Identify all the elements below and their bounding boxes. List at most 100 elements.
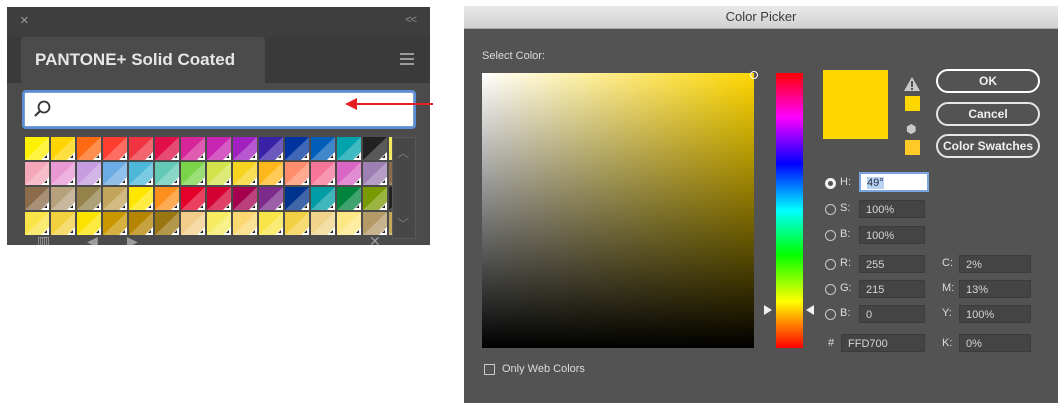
- color-swatch[interactable]: [129, 137, 153, 160]
- color-swatch[interactable]: [181, 137, 205, 160]
- menu-icon[interactable]: [400, 53, 414, 68]
- color-swatch[interactable]: [207, 137, 231, 160]
- color-swatch[interactable]: [337, 137, 361, 160]
- color-swatch[interactable]: [155, 137, 179, 160]
- color-swatch[interactable]: [285, 187, 309, 210]
- color-swatch[interactable]: [129, 187, 153, 210]
- color-swatch[interactable]: [259, 162, 283, 185]
- color-swatch[interactable]: [77, 187, 101, 210]
- color-swatch[interactable]: [129, 162, 153, 185]
- color-swatch[interactable]: [363, 162, 387, 185]
- cyan-key: C:: [942, 257, 953, 269]
- color-swatch[interactable]: [103, 212, 127, 235]
- color-marker[interactable]: [750, 71, 758, 79]
- color-swatch[interactable]: [207, 162, 231, 185]
- color-swatch[interactable]: [103, 137, 127, 160]
- radio-blue[interactable]: [825, 309, 836, 320]
- color-swatch[interactable]: [311, 137, 335, 160]
- color-swatches-button[interactable]: Color Swatches: [936, 134, 1040, 158]
- color-swatch[interactable]: [259, 137, 283, 160]
- warning-icon[interactable]: [904, 77, 920, 91]
- color-swatch[interactable]: [311, 212, 335, 235]
- color-swatch[interactable]: [207, 187, 231, 210]
- hex-field[interactable]: FFD700: [841, 334, 925, 352]
- color-swatch[interactable]: [25, 212, 49, 235]
- swatch-scrollbar[interactable]: ︿ ﹀: [392, 137, 416, 239]
- color-swatch[interactable]: [285, 212, 309, 235]
- color-swatch[interactable]: [337, 212, 361, 235]
- color-swatch[interactable]: [233, 162, 257, 185]
- next-icon[interactable]: ▶: [127, 233, 138, 245]
- color-swatch[interactable]: [259, 187, 283, 210]
- color-swatch[interactable]: [207, 212, 231, 235]
- color-swatch[interactable]: [311, 187, 335, 210]
- tab-pantone-solid-coated[interactable]: PANTONE+ Solid Coated: [21, 37, 265, 83]
- chevron-up-icon[interactable]: ︿: [397, 144, 409, 161]
- only-web-colors-label: Only Web Colors: [502, 363, 585, 375]
- color-swatch[interactable]: [51, 187, 75, 210]
- color-swatch[interactable]: [129, 212, 153, 235]
- hue-field[interactable]: 49°: [859, 172, 929, 192]
- web-safe-swatch[interactable]: [905, 140, 920, 155]
- cyan-field[interactable]: 2%: [959, 255, 1031, 273]
- color-swatch[interactable]: [51, 162, 75, 185]
- color-swatch[interactable]: [25, 137, 49, 160]
- color-swatch[interactable]: [285, 162, 309, 185]
- delete-icon[interactable]: ✕: [369, 233, 381, 245]
- out-of-gamut-swatch[interactable]: [905, 96, 920, 111]
- color-swatch[interactable]: [337, 187, 361, 210]
- color-swatch[interactable]: [233, 187, 257, 210]
- radio-saturation[interactable]: [825, 204, 836, 215]
- saturation-field[interactable]: 100%: [859, 200, 925, 218]
- hue-slider-handle-right[interactable]: [806, 305, 814, 315]
- saturation-brightness-field[interactable]: [482, 73, 754, 348]
- magenta-field[interactable]: 13%: [959, 280, 1031, 298]
- web-safe-cube-icon[interactable]: ⬢: [906, 122, 916, 136]
- only-web-colors-checkbox[interactable]: [484, 364, 495, 375]
- ok-button[interactable]: OK: [936, 69, 1040, 93]
- black-field[interactable]: 0%: [959, 334, 1031, 352]
- close-icon[interactable]: ×: [20, 12, 29, 30]
- color-swatch[interactable]: [259, 212, 283, 235]
- saturation-key: S:: [840, 202, 851, 214]
- collapse-icon[interactable]: <<: [405, 14, 417, 26]
- color-swatch[interactable]: [51, 212, 75, 235]
- color-swatch[interactable]: [233, 212, 257, 235]
- radio-hue[interactable]: [825, 178, 836, 189]
- color-swatch[interactable]: [103, 162, 127, 185]
- radio-red[interactable]: [825, 259, 836, 270]
- color-swatch[interactable]: [155, 187, 179, 210]
- color-swatch[interactable]: [77, 212, 101, 235]
- color-swatch[interactable]: [103, 187, 127, 210]
- previous-icon[interactable]: ◀: [87, 233, 98, 245]
- cancel-button[interactable]: Cancel: [936, 102, 1040, 126]
- green-field[interactable]: 215: [859, 280, 925, 298]
- hue-slider-handle-left[interactable]: [764, 305, 772, 315]
- hue-slider[interactable]: [776, 73, 803, 348]
- color-swatch[interactable]: [25, 187, 49, 210]
- color-swatch[interactable]: [77, 162, 101, 185]
- color-swatch[interactable]: [311, 162, 335, 185]
- red-field[interactable]: 255: [859, 255, 925, 273]
- color-swatch[interactable]: [363, 212, 387, 235]
- color-swatch[interactable]: [181, 212, 205, 235]
- color-swatch[interactable]: [285, 137, 309, 160]
- radio-brightness[interactable]: [825, 230, 836, 241]
- brightness-field[interactable]: 100%: [859, 226, 925, 244]
- color-swatch[interactable]: [51, 137, 75, 160]
- blue-field[interactable]: 0: [859, 305, 925, 323]
- color-swatch[interactable]: [77, 137, 101, 160]
- color-swatch[interactable]: [363, 137, 387, 160]
- color-swatch[interactable]: [155, 162, 179, 185]
- library-icon[interactable]: ▥: [37, 233, 50, 245]
- color-swatch[interactable]: [25, 162, 49, 185]
- color-swatch[interactable]: [337, 162, 361, 185]
- radio-green[interactable]: [825, 284, 836, 295]
- color-swatch[interactable]: [233, 137, 257, 160]
- color-swatch[interactable]: [181, 187, 205, 210]
- color-swatch[interactable]: [181, 162, 205, 185]
- chevron-down-icon[interactable]: ﹀: [397, 215, 409, 232]
- color-swatch[interactable]: [155, 212, 179, 235]
- color-swatch[interactable]: [363, 187, 387, 210]
- yellow-field[interactable]: 100%: [959, 305, 1031, 323]
